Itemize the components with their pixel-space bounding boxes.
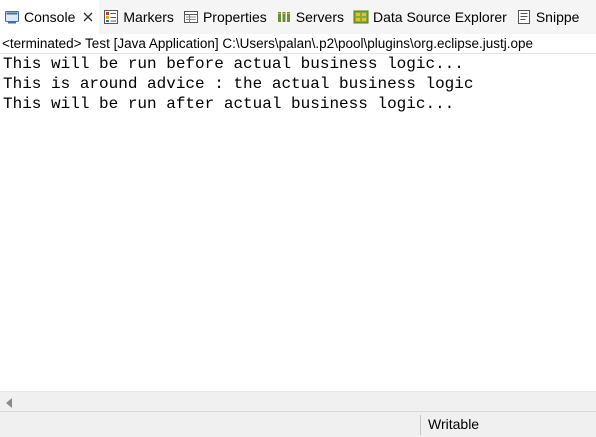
snippets-icon [516, 9, 532, 25]
markers-icon [103, 9, 119, 25]
tab-servers[interactable]: Servers [272, 0, 349, 34]
tab-label: Servers [295, 9, 344, 25]
tab-label: Properties [202, 9, 267, 25]
tab-markers[interactable]: Markers [99, 0, 179, 34]
properties-icon [183, 9, 199, 25]
tab-snippets[interactable]: Snippe [512, 0, 585, 34]
horizontal-scrollbar[interactable] [0, 391, 596, 411]
console-output[interactable]: This will be run before actual business … [0, 54, 596, 391]
view-tab-bar: Console Markers Properties Servers Data … [0, 0, 596, 34]
tab-label: Console [24, 9, 76, 25]
console-view: Console Markers Properties Servers Data … [0, 0, 596, 437]
tab-label: Markers [123, 9, 174, 25]
close-icon[interactable] [81, 10, 95, 24]
tab-console[interactable]: Console [0, 0, 100, 34]
status-separator [420, 415, 421, 435]
console-line: This will be run before actual business … [3, 55, 464, 73]
tab-label: Snippe [535, 9, 580, 25]
scroll-left-arrow-icon[interactable] [4, 396, 14, 408]
console-icon [4, 9, 20, 25]
data-source-explorer-icon [353, 9, 369, 25]
writable-status: Writable [428, 416, 480, 432]
process-description: <terminated> Test [Java Application] C:\… [0, 34, 596, 54]
tab-data-source-explorer[interactable]: Data Source Explorer [349, 0, 512, 34]
console-line: This is around advice : the actual busin… [3, 75, 474, 93]
tab-label: Data Source Explorer [372, 9, 507, 25]
servers-icon [276, 9, 292, 25]
status-bar: Writable [0, 411, 596, 437]
tab-properties[interactable]: Properties [179, 0, 272, 34]
console-line: This will be run after actual business l… [3, 95, 455, 113]
